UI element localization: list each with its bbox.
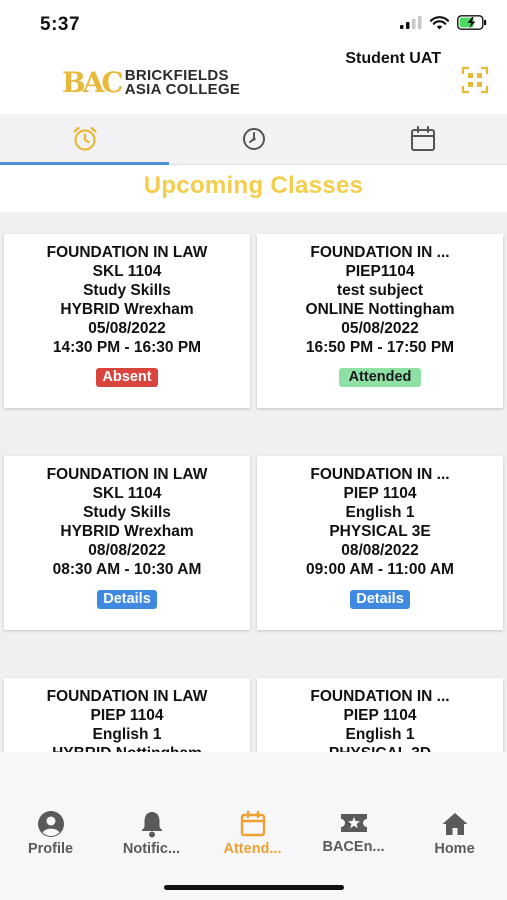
status-badge-attended: Attended (338, 368, 422, 387)
class-subject: English 1 (345, 504, 415, 521)
class-program: FOUNDATION IN LAW (46, 688, 208, 705)
calendar-icon (410, 126, 435, 151)
class-mode-location: HYBRID Wrexham (60, 301, 194, 318)
details-button[interactable]: Details (350, 590, 410, 609)
nav-label: Attend... (223, 841, 282, 857)
tab-bar (0, 114, 507, 165)
class-date: 08/08/2022 (88, 542, 166, 559)
class-card[interactable]: FOUNDATION IN LAW PIEP 1104 English 1 HY… (4, 678, 250, 752)
class-list[interactable]: FOUNDATION IN LAW SKL 1104 Study Skills … (0, 212, 507, 752)
class-card[interactable]: FOUNDATION IN LAW SKL 1104 Study Skills … (4, 456, 250, 630)
class-mode-location: PHYSICAL 3D (257, 744, 503, 752)
class-subject: English 1 (345, 726, 415, 743)
nav-label: Profile (27, 841, 74, 857)
class-code: PIEP 1104 (90, 707, 164, 724)
class-time: 14:30 PM - 16:30 PM (52, 339, 202, 356)
timer-icon (242, 128, 265, 150)
alarm-clock-icon (72, 126, 97, 151)
college-logo: BAC BRICKFIELDS ASIA COLLEGE (62, 68, 240, 98)
class-mode-location: PHYSICAL 3E (329, 523, 431, 540)
class-program: FOUNDATION IN LAW (46, 466, 208, 483)
bell-icon (141, 812, 162, 838)
tab-calendar[interactable] (338, 114, 507, 164)
class-date: 08/08/2022 (341, 542, 419, 559)
class-card[interactable]: FOUNDATION IN ... PIEP 1104 English 1 PH… (257, 456, 503, 630)
signal-icon (400, 16, 422, 29)
class-card[interactable]: FOUNDATION IN ... PIEP1104 test subject … (257, 234, 503, 408)
nav-bacen[interactable]: BACEn... (303, 810, 404, 855)
status-time: 5:37 (40, 14, 81, 35)
class-code: PIEP 1104 (343, 707, 417, 724)
nav-notifications[interactable]: Notific... (101, 810, 202, 857)
wifi-icon (430, 15, 449, 29)
class-card[interactable]: FOUNDATION IN LAW SKL 1104 Study Skills … (4, 234, 250, 408)
nav-label: Home (434, 841, 475, 857)
tab-history[interactable] (169, 114, 338, 164)
status-badge-absent: Absent (96, 368, 158, 387)
logo-mark: BAC (62, 66, 124, 99)
active-tab-indicator (0, 162, 169, 165)
class-program: FOUNDATION IN ... (310, 244, 450, 261)
nav-label: BACEn... (322, 839, 385, 855)
logo-text: BRICKFIELDS ASIA COLLEGE (124, 68, 241, 98)
status-bar: 5:37 (0, 0, 507, 50)
class-subject: Study Skills (83, 282, 171, 299)
nav-attendance[interactable]: Attend... (202, 810, 303, 857)
class-code: PIEP1104 (345, 263, 415, 280)
class-program: FOUNDATION IN ... (310, 466, 450, 483)
class-subject: Study Skills (83, 504, 171, 521)
class-date: 05/08/2022 (88, 320, 166, 337)
nav-home[interactable]: Home (404, 810, 505, 857)
class-time: 16:50 PM - 17:50 PM (305, 339, 455, 356)
tab-upcoming[interactable] (0, 114, 169, 164)
class-time: 09:00 AM - 11:00 AM (306, 561, 454, 578)
battery-charging-icon (457, 15, 487, 30)
class-subject: test subject (336, 282, 424, 299)
nav-profile[interactable]: Profile (0, 810, 101, 857)
bottom-nav: Profile Notific... Attend... BACEn... Ho… (0, 752, 507, 900)
nav-label: Notific... (122, 841, 181, 857)
class-subject: English 1 (92, 726, 162, 743)
user-name: Student UAT (345, 50, 441, 67)
class-code: PIEP 1104 (343, 485, 417, 502)
class-mode-location: HYBRID Nottingham (4, 744, 250, 752)
page-title: Upcoming Classes (143, 172, 364, 199)
status-icons (400, 15, 487, 30)
class-code: SKL 1104 (92, 485, 162, 502)
calendar-icon (240, 810, 265, 837)
user-circle-icon (37, 811, 64, 837)
app-header: Student UAT BAC BRICKFIELDS ASIA COLLEGE (0, 44, 507, 114)
class-card[interactable]: FOUNDATION IN ... PIEP 1104 English 1 PH… (257, 678, 503, 752)
qr-scan-icon[interactable] (461, 66, 489, 94)
class-time: 08:30 AM - 10:30 AM (52, 561, 202, 578)
home-indicator (164, 885, 344, 890)
details-button[interactable]: Details (97, 590, 157, 609)
ticket-star-icon (340, 814, 367, 832)
home-icon (442, 813, 467, 835)
class-program: FOUNDATION IN LAW (46, 244, 208, 261)
logo-line2: ASIA COLLEGE (124, 81, 241, 98)
class-mode-location: HYBRID Wrexham (60, 523, 194, 540)
class-mode-location: ONLINE Nottingham (305, 301, 455, 318)
class-date: 05/08/2022 (341, 320, 419, 337)
class-program: FOUNDATION IN ... (310, 688, 450, 705)
class-code: SKL 1104 (92, 263, 162, 280)
